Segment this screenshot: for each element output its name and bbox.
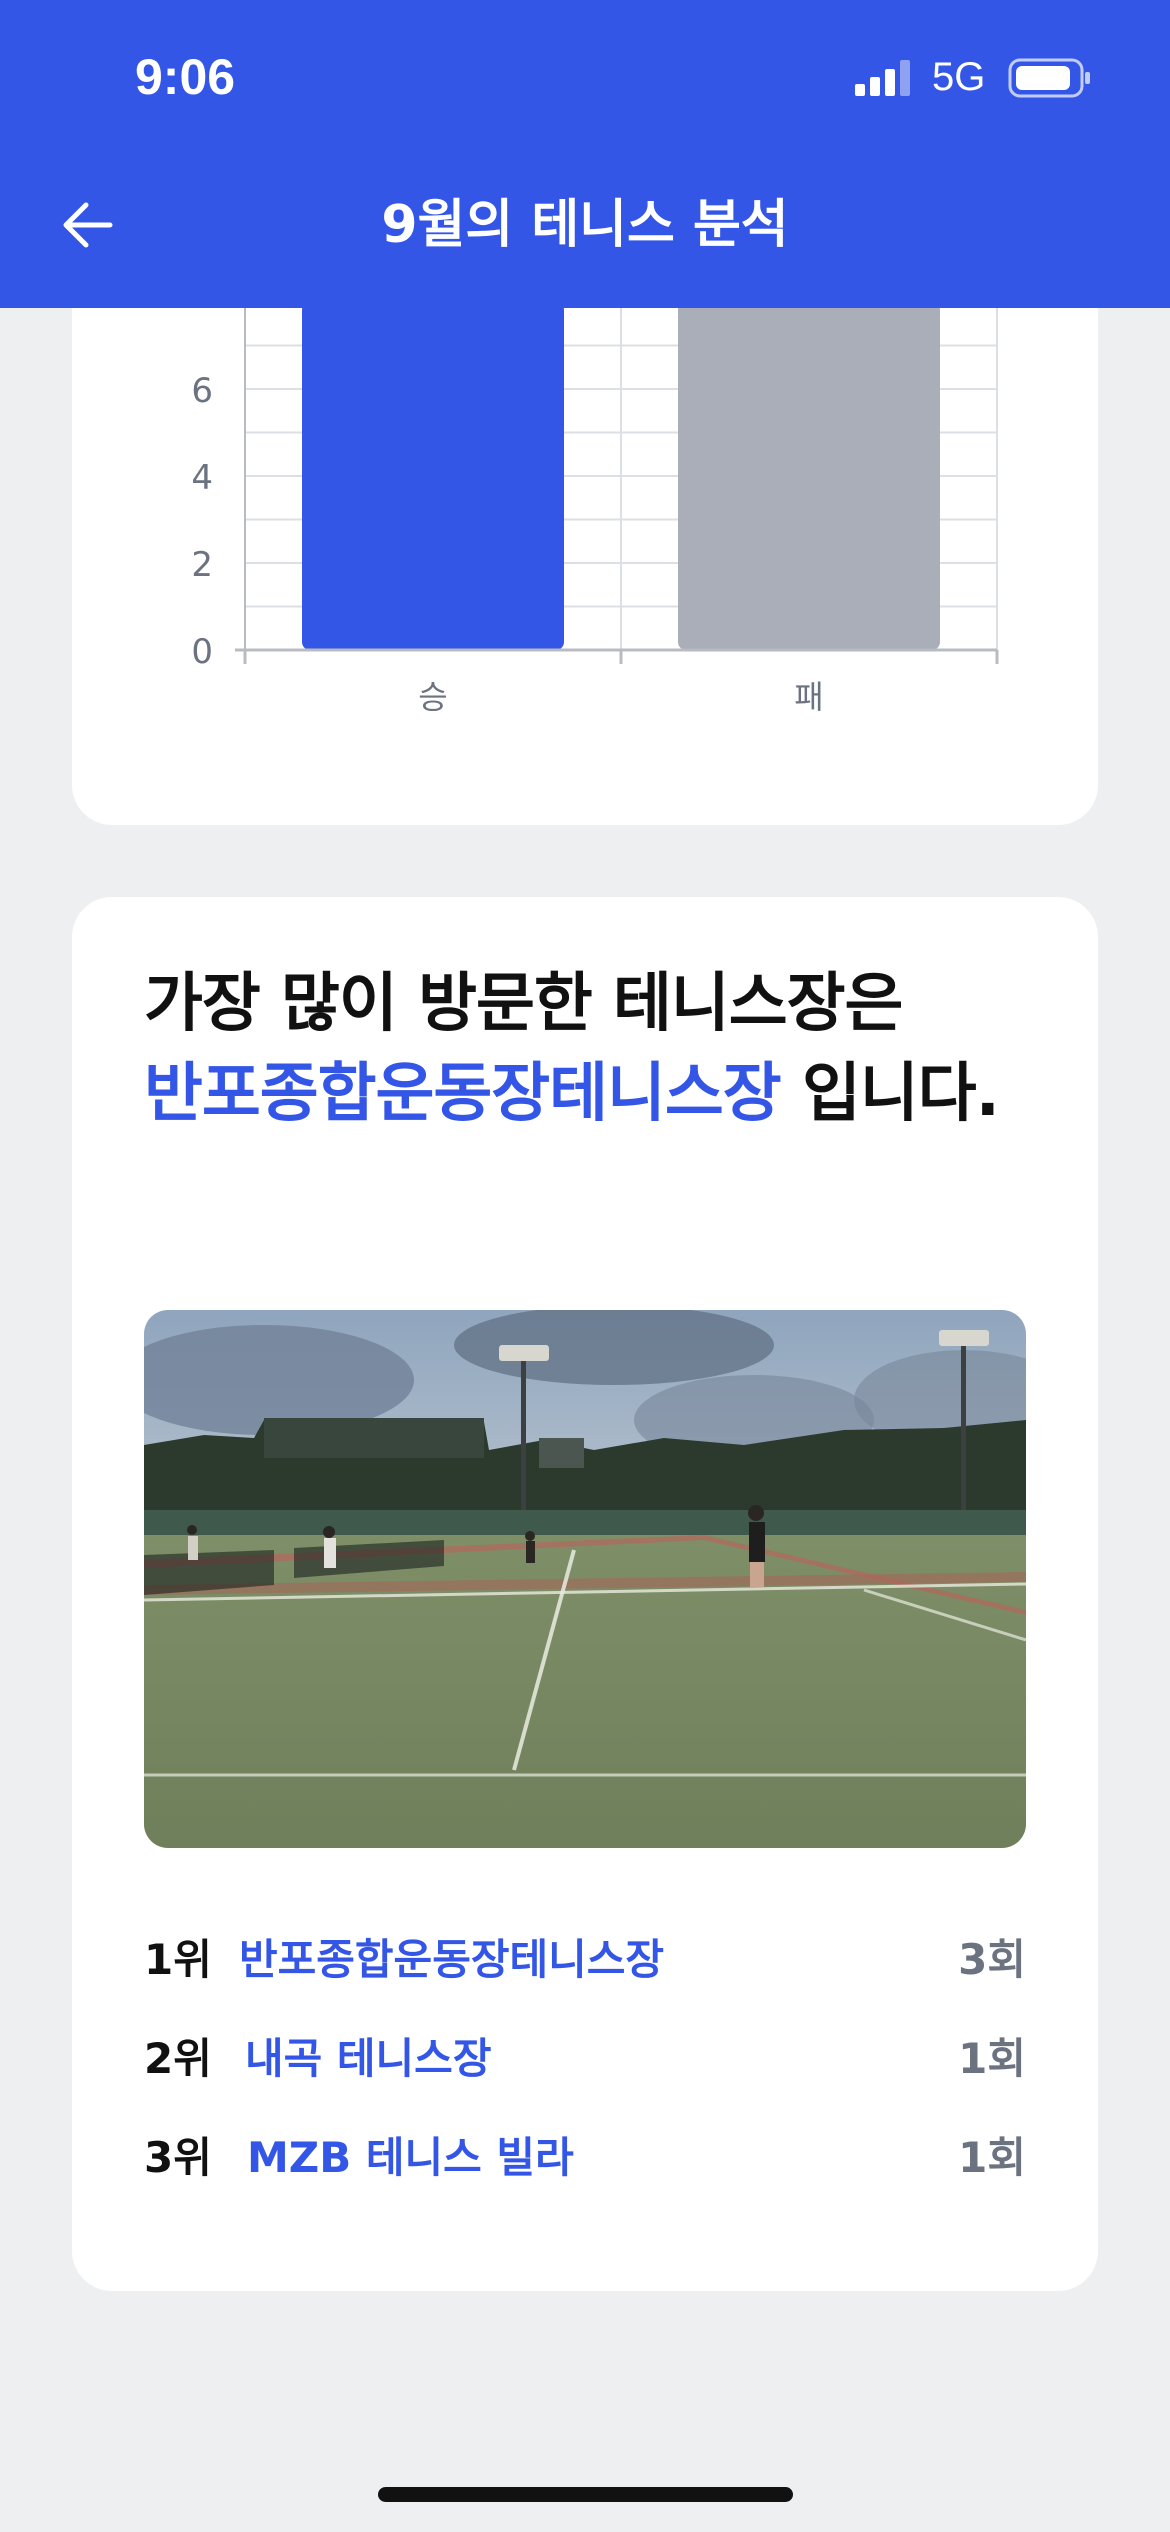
bar-loss [678,302,940,650]
x-category-label: 승 [418,678,447,716]
cellular-signal-icon [855,60,910,96]
y-tick-label: 2 [191,545,213,585]
app-header: 9:06 5G 9월의 테니스 분석 [0,0,1170,308]
x-category-label: 패 [794,678,823,716]
y-tick-label: 6 [191,371,213,411]
ranking-row-2[interactable]: 2위 내곡 테니스장 1회 [144,2006,1026,2105]
rank-venue-name: 반포종합운동장테니스장 [239,1935,665,1984]
battery-icon [1008,58,1090,98]
rank-number: 1위 [144,1935,212,1984]
most-visited-card: 가장 많이 방문한 테니스장은 반포종합운동장테니스장 입니다. 1위 반포종합… [72,897,1098,2291]
rank-venue-name: 내곡 테니스장 [245,2034,492,2083]
rank-visit-count: 1회 [958,2133,1026,2182]
headline-suffix: 입니다. [780,1057,1000,1131]
ranking-row-3[interactable]: 3위 MZB 테니스 빌라 1회 [144,2105,1026,2204]
tennis-court-photo [144,1310,1026,1848]
rank-number: 2위 [144,2034,212,2083]
win-loss-bar-chart: 0 2 4 6 승 패 [191,220,999,716]
network-type: 5G [932,55,986,99]
home-indicator [378,2487,793,2502]
rank-visit-count: 1회 [958,2034,1026,2083]
ranking-row-1[interactable]: 1위 반포종합운동장테니스장 3회 [144,1907,1026,2006]
y-tick-label: 4 [191,458,213,498]
y-tick-label: 0 [191,632,213,672]
headline-prefix: 가장 많이 방문한 테니스장은 [144,967,903,1041]
bar-win [302,302,564,650]
rank-number: 3위 [144,2133,212,2182]
tennis-court-illustration [144,1310,1026,1848]
rank-venue-name: MZB 테니스 빌라 [247,2133,574,2182]
venue-ranking-list: 1위 반포종합운동장테니스장 3회 2위 내곡 테니스장 1회 3위 MZB 테… [144,1907,1026,2204]
status-time: 9:06 [135,49,236,105]
page-title: 9월의 테니스 분석 [381,195,789,255]
headline-venue-name: 반포종합운동장테니스장 [144,1057,782,1131]
win-loss-chart-card: 0 2 4 6 승 패 [72,220,1098,825]
rank-visit-count: 3회 [958,1935,1026,1984]
most-visited-headline: 가장 많이 방문한 테니스장은 반포종합운동장테니스장 입니다. [144,959,1044,1139]
